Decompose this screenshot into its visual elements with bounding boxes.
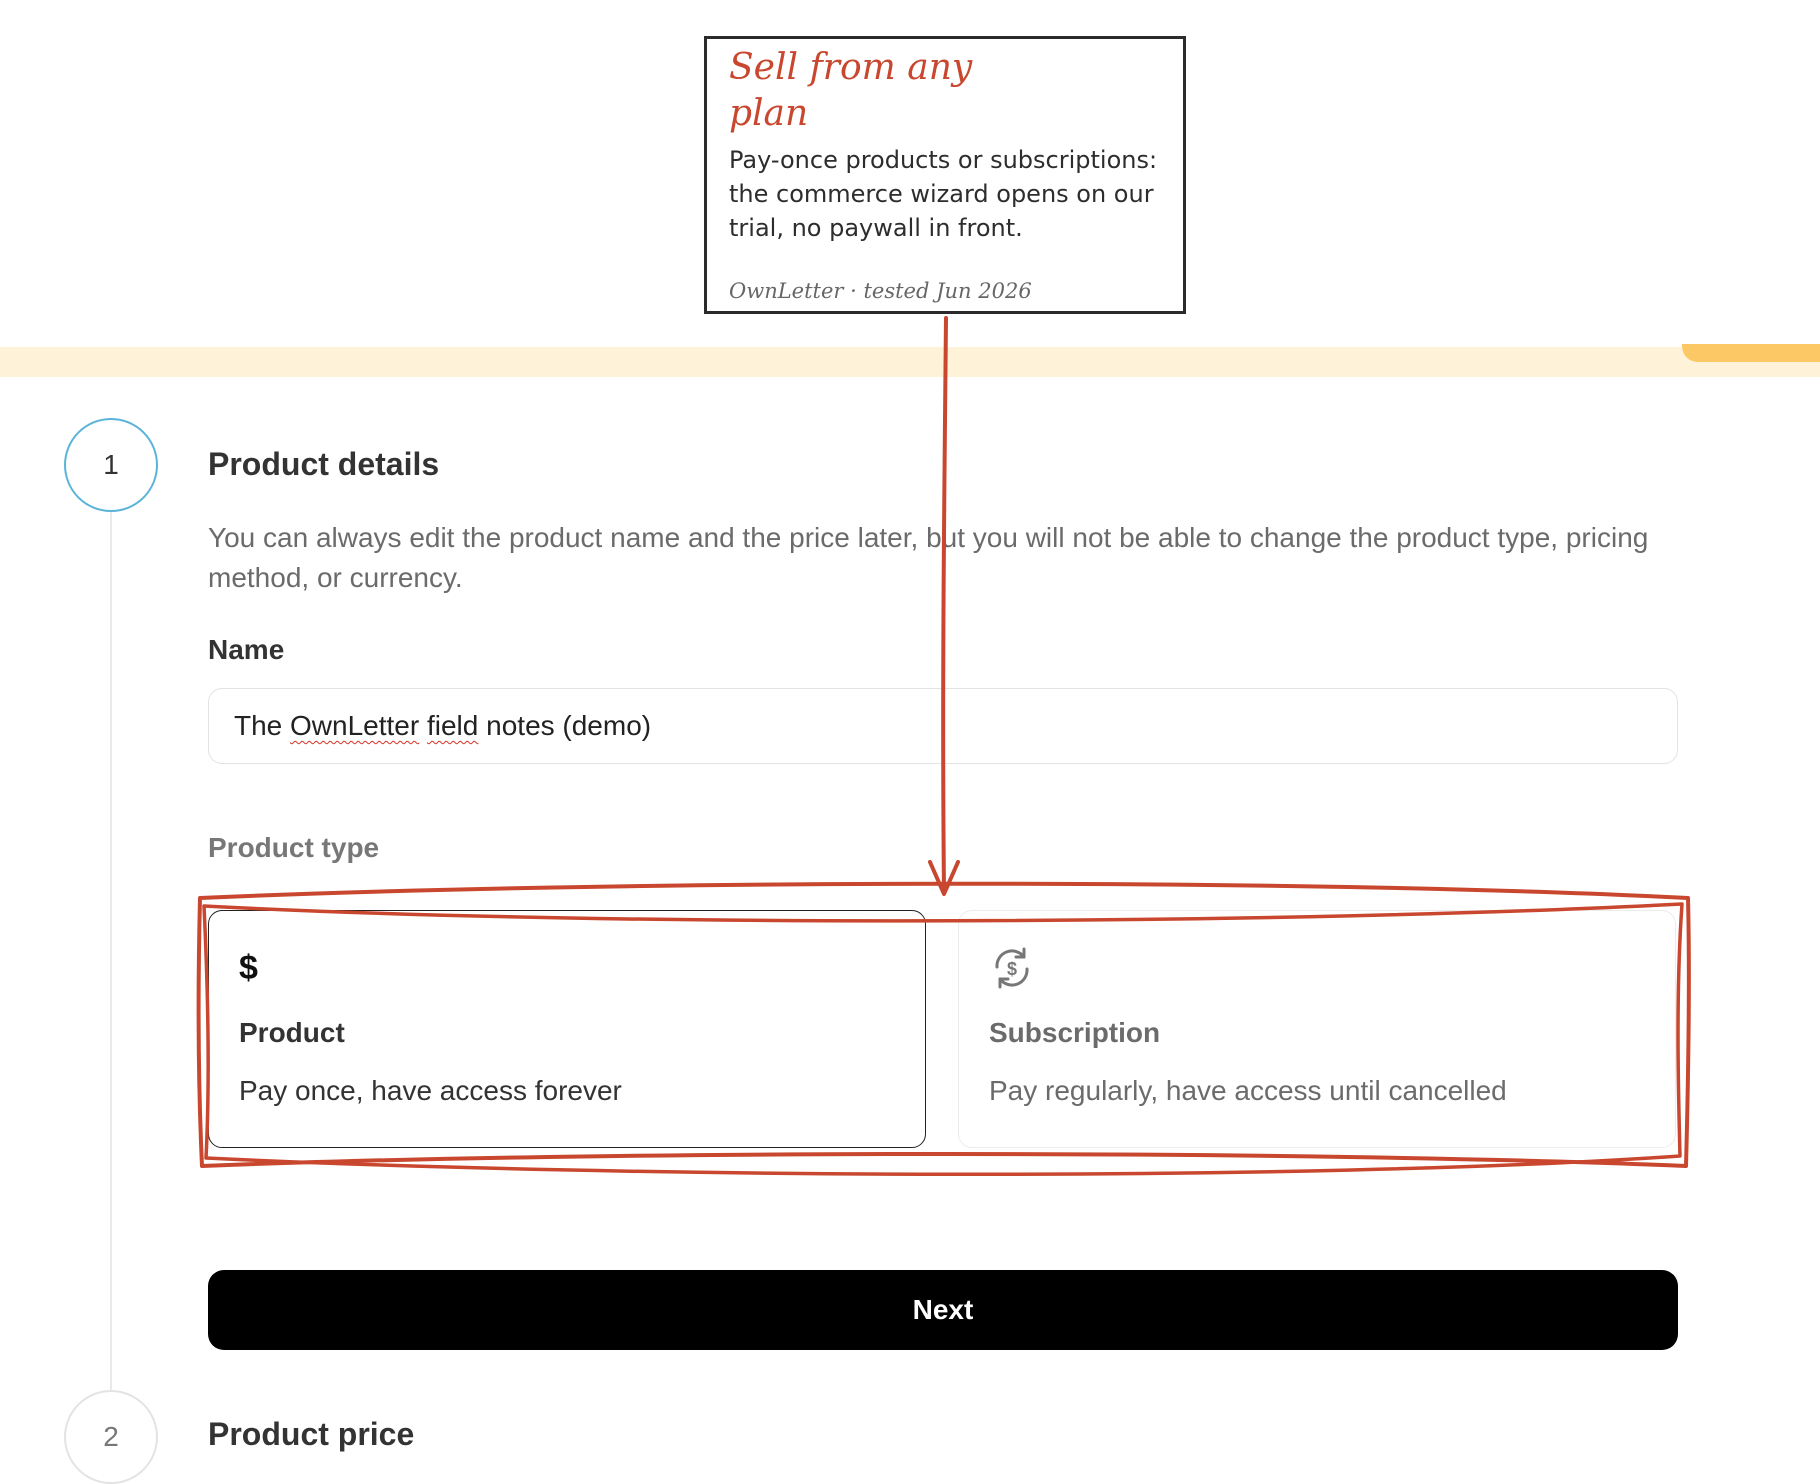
top-banner xyxy=(0,347,1820,377)
name-label: Name xyxy=(208,634,285,665)
next-button[interactable]: Next xyxy=(208,1270,1678,1350)
name-input[interactable] xyxy=(208,688,1678,764)
annotation-callout: Sell from any plan Pay-once products or … xyxy=(704,36,1186,314)
product-type-option-product[interactable]: $ Product Pay once, have access forever xyxy=(208,910,926,1148)
annotation-arrow-head xyxy=(928,860,960,896)
option-title: Subscription xyxy=(989,1017,1161,1048)
banner-tab[interactable] xyxy=(1682,344,1820,362)
section-title-product-details: Product details xyxy=(208,446,440,482)
step-2-indicator: 2 xyxy=(64,1390,158,1484)
product-type-option-subscription[interactable]: $ Subscription Pay regularly, have acces… xyxy=(958,910,1676,1148)
step-number: 1 xyxy=(103,449,119,480)
svg-text:$: $ xyxy=(1007,959,1017,979)
option-description: Pay regularly, have access until cancell… xyxy=(989,1075,1507,1106)
step-number: 2 xyxy=(103,1421,119,1452)
product-type-label: Product type xyxy=(208,832,380,863)
product-details-description: You can always edit the product name and… xyxy=(208,522,1649,593)
annotation-source: OwnLetter · tested Jun 2026 xyxy=(729,279,1032,303)
option-title: Product xyxy=(239,1017,345,1048)
dollar-icon: $ xyxy=(239,948,258,987)
annotation-arrow-line xyxy=(941,316,948,894)
annotation-body: Pay-once products or subscriptions: the … xyxy=(729,146,1158,242)
recurring-dollar-icon: $ xyxy=(989,945,1035,991)
step-1-indicator: 1 xyxy=(64,418,158,512)
step-timeline xyxy=(110,512,112,1390)
section-title-product-price: Product price xyxy=(208,1416,415,1452)
annotation-title: Sell from any plan xyxy=(729,47,973,134)
option-description: Pay once, have access forever xyxy=(239,1075,622,1106)
